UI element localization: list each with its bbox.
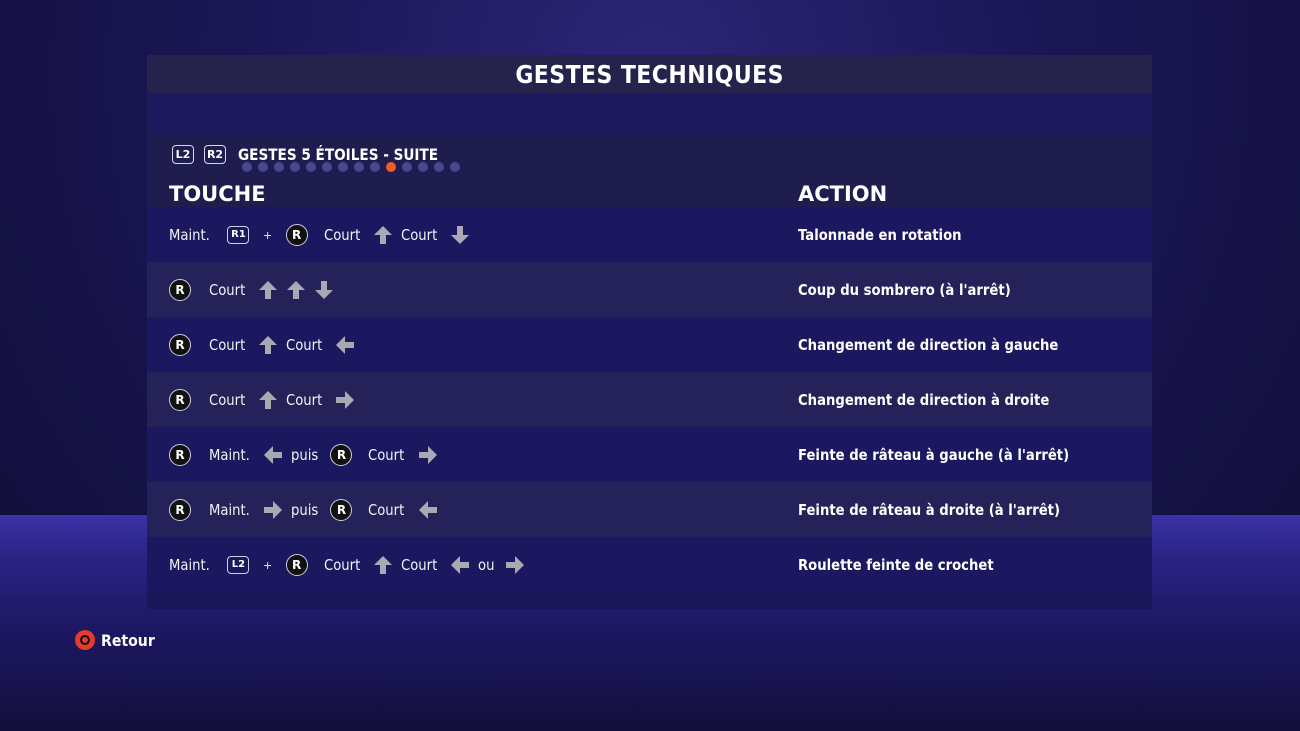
- r2-button[interactable]: R2: [204, 145, 226, 164]
- table-row: R Maint. puis R Court Feinte de râteau à gauc…: [147, 427, 1152, 482]
- table-row: Maint. R1 + R Court Court Talonnade en rotatio…: [147, 207, 1152, 262]
- arrow-down-icon: [450, 225, 470, 245]
- skill-moves-list: Maint. R1 + R Court Court Talonnade en rotatio…: [147, 207, 1152, 592]
- arrow-down-icon: [314, 280, 334, 300]
- title-bar: GESTES TECHNIQUES: [147, 55, 1152, 93]
- button-sequence: R Court Court: [169, 317, 363, 372]
- sequence-word: Court: [286, 335, 323, 354]
- arrow-up-icon: [286, 280, 306, 300]
- button-sequence: Maint. R1 + R Court Court: [169, 207, 478, 262]
- page-dot: [402, 162, 412, 172]
- page-dot-active: [386, 162, 396, 172]
- right-stick-icon: R: [169, 498, 191, 521]
- arrow-up-icon: [258, 335, 278, 355]
- action-label: Feinte de râteau à droite (à l'arrêt): [798, 500, 1061, 519]
- right-stick-icon: R: [330, 443, 353, 466]
- table-row: R Court Coup du sombrero (à l'arrêt): [147, 262, 1152, 317]
- sequence-word: Court: [286, 390, 323, 409]
- sequence-word: Court: [323, 225, 360, 244]
- sequence-word: Court: [209, 280, 246, 299]
- table-row: R Maint. puis R Court Feinte de râteau à droi…: [147, 482, 1152, 537]
- right-stick-icon: R: [285, 553, 308, 576]
- right-stick-icon: R: [169, 333, 191, 356]
- arrow-left-icon: [263, 445, 283, 465]
- page-indicator: [242, 162, 466, 172]
- arrow-right-icon: [335, 390, 355, 410]
- arrow-up-icon: [373, 225, 393, 245]
- l2-button-icon: L2: [227, 555, 250, 574]
- page-title: GESTES TECHNIQUES: [515, 59, 784, 89]
- page-dot: [434, 162, 444, 172]
- arrow-up-icon: [258, 280, 278, 300]
- table-row: R Court Court Changement de direction à gau…: [147, 317, 1152, 372]
- right-stick-icon: R: [285, 223, 308, 246]
- sequence-word: Maint.: [169, 225, 210, 244]
- arrow-right-icon: [418, 445, 438, 465]
- table-row: Maint. L2 + R Court Court ou Roulette feinte de…: [147, 537, 1152, 592]
- sequence-word: Court: [368, 445, 405, 464]
- arrow-up-icon: [373, 555, 393, 575]
- sequence-word: Court: [400, 225, 438, 244]
- page-dot: [274, 162, 284, 172]
- back-label[interactable]: Retour: [101, 631, 155, 650]
- sequence-word: ou: [478, 555, 495, 574]
- r1-button-icon: R1: [227, 225, 250, 244]
- page-dot: [450, 162, 460, 172]
- table-row: R Court Court Changement de direction à dro…: [147, 372, 1152, 427]
- sequence-word: Court: [368, 500, 405, 519]
- sequence-word: puis: [291, 500, 319, 519]
- page-dot: [354, 162, 364, 172]
- button-sequence: R Maint. puis R Court: [169, 427, 446, 482]
- button-sequence: R Maint. puis R Court: [169, 482, 446, 537]
- plus-sign: +: [263, 226, 272, 243]
- arrow-up-icon: [258, 390, 278, 410]
- right-stick-icon: R: [169, 278, 191, 301]
- arrow-left-icon: [335, 335, 355, 355]
- plus-sign: +: [263, 556, 272, 573]
- circle-button-icon[interactable]: [75, 630, 95, 650]
- right-stick-icon: R: [169, 388, 191, 411]
- right-stick-icon: R: [330, 498, 353, 521]
- arrow-right-icon: [263, 500, 283, 520]
- button-sequence: R Court: [169, 262, 342, 317]
- arrow-left-icon: [450, 555, 470, 575]
- action-label: Roulette feinte de crochet: [798, 555, 994, 574]
- page-dot: [306, 162, 316, 172]
- action-label: Feinte de râteau à gauche (à l'arrêt): [798, 445, 1070, 464]
- spacer-bar: [147, 93, 1152, 135]
- action-label: Coup du sombrero (à l'arrêt): [798, 280, 1011, 299]
- l2-button[interactable]: L2: [172, 145, 194, 164]
- action-label: Talonnade en rotation: [798, 225, 962, 244]
- page-dot: [338, 162, 348, 172]
- page-dot: [418, 162, 428, 172]
- page-dot: [322, 162, 332, 172]
- button-sequence: R Court Court: [169, 372, 363, 427]
- page-dot: [370, 162, 380, 172]
- right-stick-icon: R: [169, 443, 191, 466]
- sequence-word: Maint.: [209, 445, 250, 464]
- page-dot: [290, 162, 300, 172]
- page-dot: [242, 162, 252, 172]
- sequence-word: puis: [291, 445, 319, 464]
- sequence-word: Court: [209, 390, 246, 409]
- arrow-left-icon: [418, 500, 438, 520]
- category-header: L2 R2 GESTES 5 ÉTOILES - SUITE TOUCHE AC…: [147, 135, 1152, 207]
- footer: Retour: [75, 630, 162, 650]
- skill-moves-panel: GESTES TECHNIQUES L2 R2 GESTES 5 ÉTOILES…: [147, 55, 1152, 609]
- sequence-word: Court: [400, 555, 438, 574]
- sequence-word: Maint.: [169, 555, 210, 574]
- action-label: Changement de direction à gauche: [798, 335, 1059, 354]
- sequence-word: Court: [209, 335, 246, 354]
- sequence-word: Maint.: [209, 500, 250, 519]
- button-sequence: Maint. L2 + R Court Court ou: [169, 537, 533, 592]
- column-header-touche: TOUCHE: [169, 182, 266, 206]
- action-label: Changement de direction à droite: [798, 390, 1050, 409]
- arrow-right-icon: [505, 555, 525, 575]
- page-dot: [258, 162, 268, 172]
- column-header-action: ACTION: [798, 182, 888, 206]
- sequence-word: Court: [323, 555, 360, 574]
